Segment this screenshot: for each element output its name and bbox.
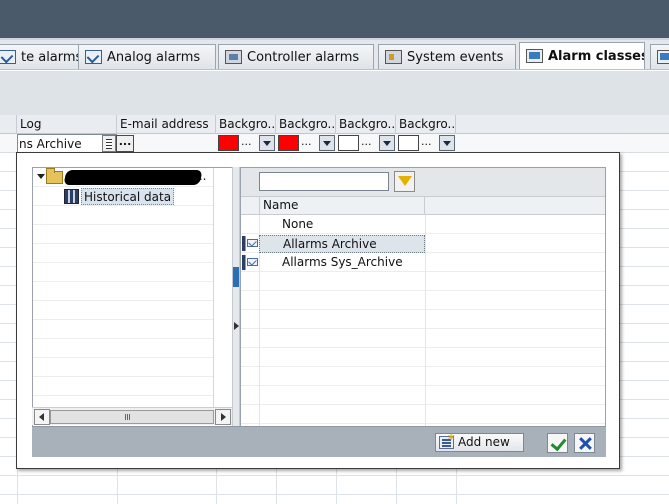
list-item-allarms-archive[interactable]: Allarms Archive	[259, 235, 425, 253]
color-swatch	[218, 135, 239, 151]
tab-controller-alarms[interactable]: Controller alarms	[218, 44, 374, 69]
tree-divider	[213, 168, 214, 408]
archive-icon	[242, 255, 258, 270]
tab-label: Analog alarms	[107, 49, 201, 65]
pane-splitter[interactable]	[232, 167, 240, 427]
tree-root-dots: ...	[195, 169, 207, 183]
color-swatch	[338, 135, 359, 151]
class-icon	[526, 49, 543, 63]
tree-panel: ... Historical data	[32, 167, 233, 427]
popup-footer: Add new	[32, 426, 606, 457]
expand-right-icon[interactable]	[234, 322, 239, 330]
grid-header: Log E-mail address Backgro... Backgro...…	[0, 115, 669, 134]
tab-label: Controller alarms	[247, 49, 360, 65]
color-dots: ...	[301, 135, 312, 148]
list-header: Name	[241, 197, 605, 215]
color-swatch	[398, 135, 419, 151]
scroll-thumb[interactable]	[50, 410, 214, 424]
chevron-down-icon[interactable]	[379, 135, 395, 151]
list-item-label: Allarms Archive	[283, 237, 377, 251]
filter-icon[interactable]	[394, 171, 415, 192]
tree-item-historical-data[interactable]: Historical data	[81, 188, 175, 205]
cancel-close-icon[interactable]	[574, 433, 595, 453]
grid-header-spacer	[0, 115, 17, 134]
event-icon	[385, 50, 402, 64]
col-header-background-4[interactable]: Backgro...	[396, 115, 456, 134]
expand-arrow-icon[interactable]	[37, 174, 45, 179]
log-value: ns Archive	[19, 137, 82, 151]
col-header-background-2[interactable]: Backgro...	[276, 115, 336, 134]
chevron-down-icon[interactable]	[259, 135, 275, 151]
list-icon[interactable]	[102, 135, 116, 152]
redaction-mark	[77, 177, 187, 185]
splitter-handle[interactable]	[233, 267, 239, 287]
chevron-down-icon[interactable]	[439, 135, 455, 151]
add-new-icon	[439, 431, 454, 449]
list-item-label: Allarms Sys_Archive	[282, 255, 403, 269]
color-dots: ...	[421, 135, 432, 148]
log-selection-popup: ... Historical data Name None Allarms Ar…	[16, 152, 620, 469]
title-band	[0, 0, 669, 40]
class-icon	[657, 50, 669, 64]
tab-system-events[interactable]: System events	[378, 44, 516, 69]
scroll-right-icon[interactable]	[215, 409, 231, 425]
tab-alarm-classes[interactable]: Alarm classes	[519, 42, 645, 69]
col-header-background-3[interactable]: Backgro...	[336, 115, 396, 134]
list-item-none[interactable]: None	[259, 216, 425, 234]
filter-input[interactable]	[259, 172, 389, 191]
log-cell[interactable]: ns Archive ...	[17, 134, 134, 153]
table-row: ns Archive ... ... ... ... ...	[0, 134, 669, 153]
tab-label: te alarms	[21, 49, 83, 65]
filter-bar	[241, 168, 605, 197]
folder-icon	[46, 168, 63, 184]
color-dots: ...	[241, 135, 252, 148]
archive-icon	[242, 236, 258, 251]
log-list-panel: Name None Allarms Archive Allarms Sys_Ar…	[240, 167, 606, 427]
controller-icon	[225, 50, 242, 64]
col-header-email[interactable]: E-mail address	[117, 115, 216, 134]
list-item-label: None	[282, 217, 314, 231]
add-new-label: Add new	[458, 435, 510, 449]
list-item-allarms-sys-archive[interactable]: Allarms Sys_Archive	[259, 254, 425, 272]
tab-label: Alarm classes	[548, 48, 645, 64]
scroll-left-icon[interactable]	[34, 409, 50, 425]
tab-label: System events	[407, 49, 504, 65]
tab-bar: te alarms Analog alarms Controller alarm…	[0, 40, 669, 70]
alarm-icon	[85, 50, 102, 64]
historical-data-icon	[64, 189, 79, 204]
tab-discrete-alarms[interactable]: te alarms	[0, 44, 86, 69]
col-header-background-1[interactable]: Backgro...	[216, 115, 276, 134]
col-header-log[interactable]: Log	[17, 115, 117, 134]
col-header-name[interactable]: Name	[259, 197, 425, 215]
tree-horizontal-scrollbar[interactable]	[32, 407, 233, 425]
toolbar-area	[0, 71, 669, 115]
add-new-button[interactable]: Add new	[435, 431, 524, 452]
list-divider	[425, 215, 426, 426]
color-swatch	[278, 135, 299, 151]
tab-analog-alarms[interactable]: Analog alarms	[78, 44, 216, 69]
log-browse-button[interactable]: ...	[116, 135, 134, 152]
confirm-check-icon[interactable]	[547, 433, 568, 453]
alarm-icon	[0, 50, 16, 64]
tab-next[interactable]	[650, 44, 669, 69]
chevron-down-icon[interactable]	[319, 135, 335, 151]
color-dots: ...	[361, 135, 372, 148]
